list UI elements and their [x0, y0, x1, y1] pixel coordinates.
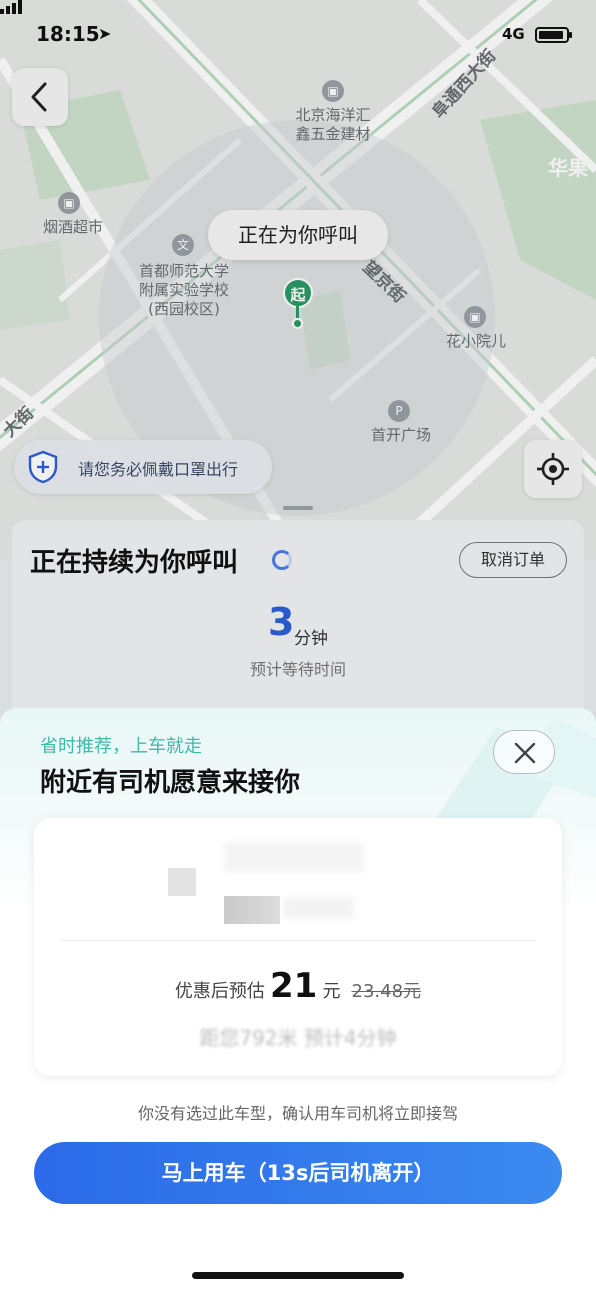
home-indicator [192, 1272, 404, 1279]
blurred-car-info [224, 842, 364, 872]
use-car-now-button[interactable]: 马上用车（13s后司机离开） [34, 1142, 562, 1204]
sheet-title: 附近有司机愿意来接你 [40, 768, 301, 798]
confirm-note: 你没有选过此车型，确认用车司机将立即接驾 [137, 1104, 458, 1123]
decoration-graphic [376, 708, 596, 828]
price-unit: 元 [322, 981, 341, 1002]
sheet-subtitle: 省时推荐，上车就走 [40, 736, 202, 757]
divider [62, 940, 534, 941]
price-prefix: 优惠后预估 [174, 981, 265, 1002]
price-value: 21 [270, 966, 318, 1006]
close-button[interactable] [493, 730, 555, 774]
driver-offer-sheet: 省时推荐，上车就走 附近有司机愿意来接你 优惠后预估 21 元 23.48元 距… [0, 708, 596, 1290]
blurred-driver-avatar [168, 868, 196, 896]
distance-eta: 距您792米 预计4分钟 [199, 1026, 397, 1050]
price-line: 优惠后预估 21 元 23.48元 [34, 966, 562, 1006]
blurred-plate [224, 896, 280, 924]
original-price: 23.48元 [351, 981, 422, 1002]
close-icon [514, 742, 536, 764]
blurred-detail [284, 898, 354, 918]
offer-card[interactable]: 优惠后预估 21 元 23.48元 距您792米 预计4分钟 [34, 818, 562, 1076]
